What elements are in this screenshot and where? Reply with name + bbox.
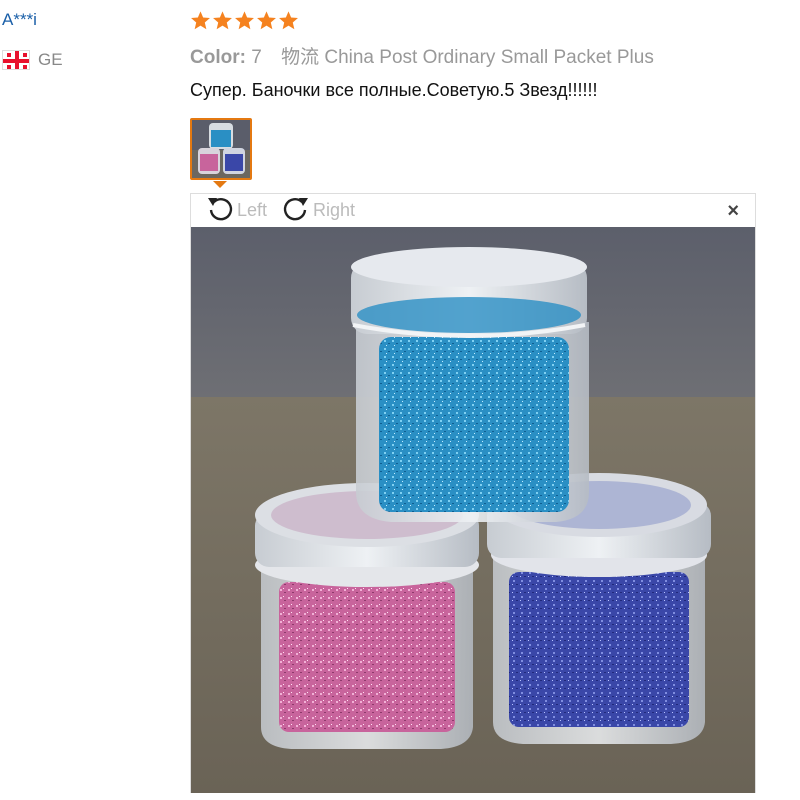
georgia-flag-icon bbox=[2, 50, 30, 70]
rating-stars bbox=[190, 10, 299, 31]
review-text: Супер. Баночки все полные.Советую.5 Звез… bbox=[190, 80, 598, 100]
star-icon bbox=[212, 10, 233, 31]
country-code: GE bbox=[38, 50, 63, 69]
rotate-right-icon bbox=[281, 193, 311, 228]
rotate-left-icon bbox=[205, 193, 235, 228]
rotate-right-button[interactable]: Right bbox=[281, 193, 355, 228]
rotate-left-label: Left bbox=[237, 200, 268, 220]
star-icon bbox=[190, 10, 211, 31]
order-info: Color: 7 物流 China Post Ordinary Small Pa… bbox=[190, 42, 654, 69]
photo-viewer: Left Right × bbox=[190, 193, 756, 793]
reviewer-country: GE bbox=[2, 50, 63, 70]
reviewer-name[interactable]: A***i bbox=[2, 10, 37, 30]
review-photo-thumbnail[interactable] bbox=[190, 118, 252, 180]
rotate-left-button[interactable]: Left bbox=[205, 193, 267, 228]
star-icon bbox=[256, 10, 277, 31]
review-photo bbox=[191, 227, 755, 793]
viewer-toolbar: Left Right × bbox=[191, 194, 755, 227]
close-icon[interactable]: × bbox=[727, 201, 739, 221]
star-icon bbox=[278, 10, 299, 31]
color-label: Color: bbox=[190, 47, 246, 68]
rotate-right-label: Right bbox=[313, 200, 356, 220]
thumbnail-selected-indicator bbox=[213, 181, 227, 188]
star-icon bbox=[234, 10, 255, 31]
shipping-method: 物流 China Post Ordinary Small Packet Plus bbox=[281, 47, 654, 68]
color-value: 7 bbox=[251, 47, 262, 68]
